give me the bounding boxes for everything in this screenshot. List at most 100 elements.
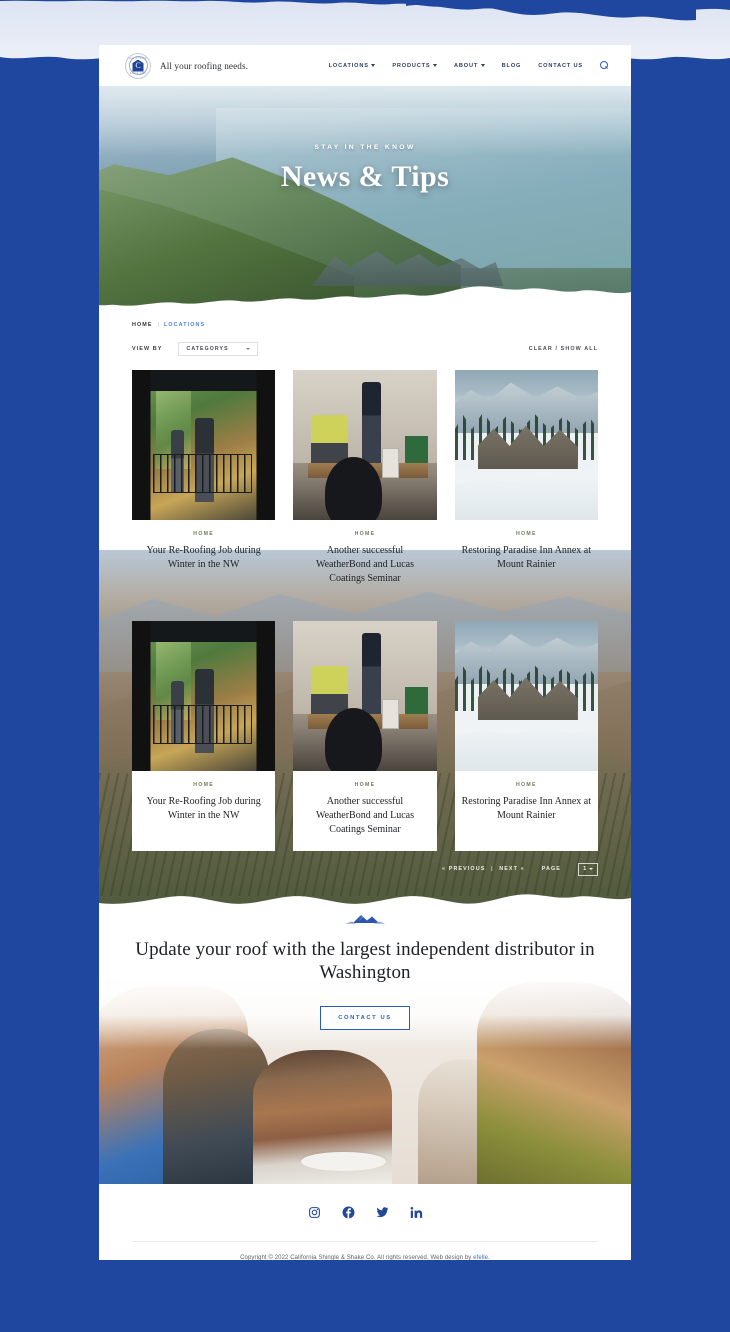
filter-bar: VIEW BY CATEGORYS CLEAR / SHOW ALL xyxy=(99,342,631,356)
article-thumbnail[interactable] xyxy=(293,621,437,772)
pagination: « PREVIOUS | NEXT » PAGE 1 xyxy=(99,862,631,876)
photo-presenter xyxy=(362,633,381,718)
deck-winter-reroof-photo xyxy=(132,370,276,520)
article-card[interactable]: HOME Restoring Paradise Inn Annex at Mou… xyxy=(454,621,598,851)
chevron-down-icon xyxy=(588,868,593,871)
site-page: CALIFORNIA SINCE 1905 All your roofing n… xyxy=(99,45,631,1260)
torn-edge-hero-bottom xyxy=(99,286,631,308)
nav-item-locations[interactable]: LOCATIONS xyxy=(329,63,376,69)
article-category[interactable]: HOME xyxy=(299,782,430,788)
article-card-body: HOME Restoring Paradise Inn Annex at Mou… xyxy=(455,520,598,586)
cta-content: Update your roof with the largest indepe… xyxy=(99,894,631,1031)
photo-snow xyxy=(454,728,598,772)
article-grid-row-2: HOME Your Re-Roofing Job during Winter i… xyxy=(99,621,631,851)
cta-title: Update your roof with the largest indepe… xyxy=(135,938,595,983)
next-page-link[interactable]: NEXT » xyxy=(499,866,524,872)
photo-bucket xyxy=(382,448,400,478)
page-label: PAGE xyxy=(541,866,561,873)
pagination-links: « PREVIOUS | NEXT » xyxy=(442,866,525,872)
seal-top-text: CALIFORNIA xyxy=(129,56,147,60)
photo-bin xyxy=(405,436,429,463)
article-card[interactable]: HOME Restoring Paradise Inn Annex at Mou… xyxy=(454,370,598,599)
twitter-icon[interactable] xyxy=(375,1206,389,1219)
pagination-separator: | xyxy=(491,866,494,873)
photo-bucket xyxy=(382,699,400,730)
article-card[interactable]: HOME Another successful WeatherBond and … xyxy=(293,370,437,599)
footer-divider xyxy=(132,1240,598,1242)
article-card-body: HOME Your Re-Roofing Job during Winter i… xyxy=(132,520,275,586)
chevron-down-icon xyxy=(480,64,485,67)
photo-cap xyxy=(324,457,383,520)
photo-bin xyxy=(405,687,429,715)
nav-item-about[interactable]: ABOUT xyxy=(454,63,485,69)
snow-lodge-photo xyxy=(454,621,598,772)
article-title[interactable]: Your Re-Roofing Job during Winter in the… xyxy=(138,544,269,572)
torn-edge-top xyxy=(0,0,730,21)
company-seal-logo[interactable]: CALIFORNIA SINCE 1905 xyxy=(125,52,151,79)
site-footer: Copyright © 2022 California Shingle & Sh… xyxy=(99,1183,631,1260)
article-thumbnail[interactable] xyxy=(454,370,598,520)
article-title[interactable]: Restoring Paradise Inn Annex at Mount Ra… xyxy=(461,544,592,572)
seal-bottom-text: SINCE 1905 xyxy=(129,71,147,75)
photo-attendees xyxy=(310,415,348,466)
article-category[interactable]: HOME xyxy=(299,531,430,537)
photo-snow xyxy=(454,476,598,520)
nav-label: PRODUCTS xyxy=(392,62,431,69)
article-card[interactable]: HOME Your Re-Roofing Job during Winter i… xyxy=(132,370,276,599)
breadcrumb-item-locations[interactable]: LOCATIONS xyxy=(164,322,205,328)
efelle-credit-link[interactable]: efelle xyxy=(473,1255,488,1260)
cta-section: Update your roof with the largest indepe… xyxy=(99,893,631,1184)
article-thumbnail[interactable] xyxy=(454,621,598,772)
nav-label: ABOUT xyxy=(454,62,479,69)
nav-item-products[interactable]: PRODUCTS xyxy=(392,62,438,69)
article-card[interactable]: HOME Another successful WeatherBond and … xyxy=(293,621,437,851)
page-number-select[interactable]: 1 xyxy=(578,862,598,876)
article-card[interactable]: HOME Your Re-Roofing Job during Winter i… xyxy=(132,621,276,851)
nav-label: LOCATIONS xyxy=(328,62,369,69)
article-thumbnail[interactable] xyxy=(132,621,276,772)
social-links xyxy=(99,1206,631,1219)
article-title[interactable]: Your Re-Roofing Job during Winter in the… xyxy=(138,795,269,823)
copyright-suffix: . xyxy=(488,1254,490,1260)
nav-label: BLOG xyxy=(501,62,522,69)
photo-railing xyxy=(153,705,253,745)
copyright-prefix: Copyright © 2022 California Shingle & Sh… xyxy=(240,1254,474,1260)
article-category[interactable]: HOME xyxy=(461,782,592,788)
page-number-value: 1 xyxy=(583,866,587,873)
article-title[interactable]: Another successful WeatherBond and Lucas… xyxy=(299,544,430,585)
hero-banner: STAY IN THE KNOW News & Tips xyxy=(99,86,631,308)
search-icon[interactable] xyxy=(600,61,609,70)
site-header: CALIFORNIA SINCE 1905 All your roofing n… xyxy=(99,45,631,86)
linkedin-icon[interactable] xyxy=(410,1206,423,1219)
article-thumbnail[interactable] xyxy=(293,370,437,520)
photo-plate xyxy=(301,1151,387,1171)
chevron-down-icon xyxy=(433,64,438,67)
mountain-range-icon xyxy=(345,914,385,924)
nav-item-blog[interactable]: BLOG xyxy=(502,63,522,69)
previous-page-link[interactable]: « PREVIOUS xyxy=(442,866,485,872)
article-title[interactable]: Restoring Paradise Inn Annex at Mount Ra… xyxy=(461,795,592,823)
category-select[interactable]: CATEGORYS xyxy=(178,342,259,356)
article-card-body: HOME Another successful WeatherBond and … xyxy=(293,771,436,850)
chevron-down-icon xyxy=(371,64,376,67)
article-title[interactable]: Another successful WeatherBond and Lucas… xyxy=(299,795,430,836)
article-card-body: HOME Another successful WeatherBond and … xyxy=(293,520,436,599)
instagram-icon[interactable] xyxy=(308,1206,321,1219)
brand-lockup[interactable]: CALIFORNIA SINCE 1905 All your roofing n… xyxy=(125,52,248,79)
contact-us-button[interactable]: CONTACT US xyxy=(320,1006,410,1031)
hero-eyebrow: STAY IN THE KNOW xyxy=(314,144,416,151)
article-category[interactable]: HOME xyxy=(138,531,269,537)
hero-copy: STAY IN THE KNOW News & Tips xyxy=(99,144,631,194)
article-category[interactable]: HOME xyxy=(461,531,592,537)
breadcrumb-item-home[interactable]: HOME xyxy=(132,322,153,328)
clear-show-all-link[interactable]: CLEAR / SHOW ALL xyxy=(529,346,598,352)
nav-item-contact-us[interactable]: CONTACT US xyxy=(538,63,583,69)
category-select-value: CATEGORYS xyxy=(186,346,229,352)
breadcrumb-separator: | xyxy=(157,322,159,328)
chevron-down-icon xyxy=(246,348,251,350)
nav-label: CONTACT US xyxy=(538,62,583,69)
facebook-icon[interactable] xyxy=(342,1206,355,1219)
seminar-room-photo xyxy=(293,621,437,772)
article-thumbnail[interactable] xyxy=(132,370,276,520)
article-category[interactable]: HOME xyxy=(138,782,269,788)
